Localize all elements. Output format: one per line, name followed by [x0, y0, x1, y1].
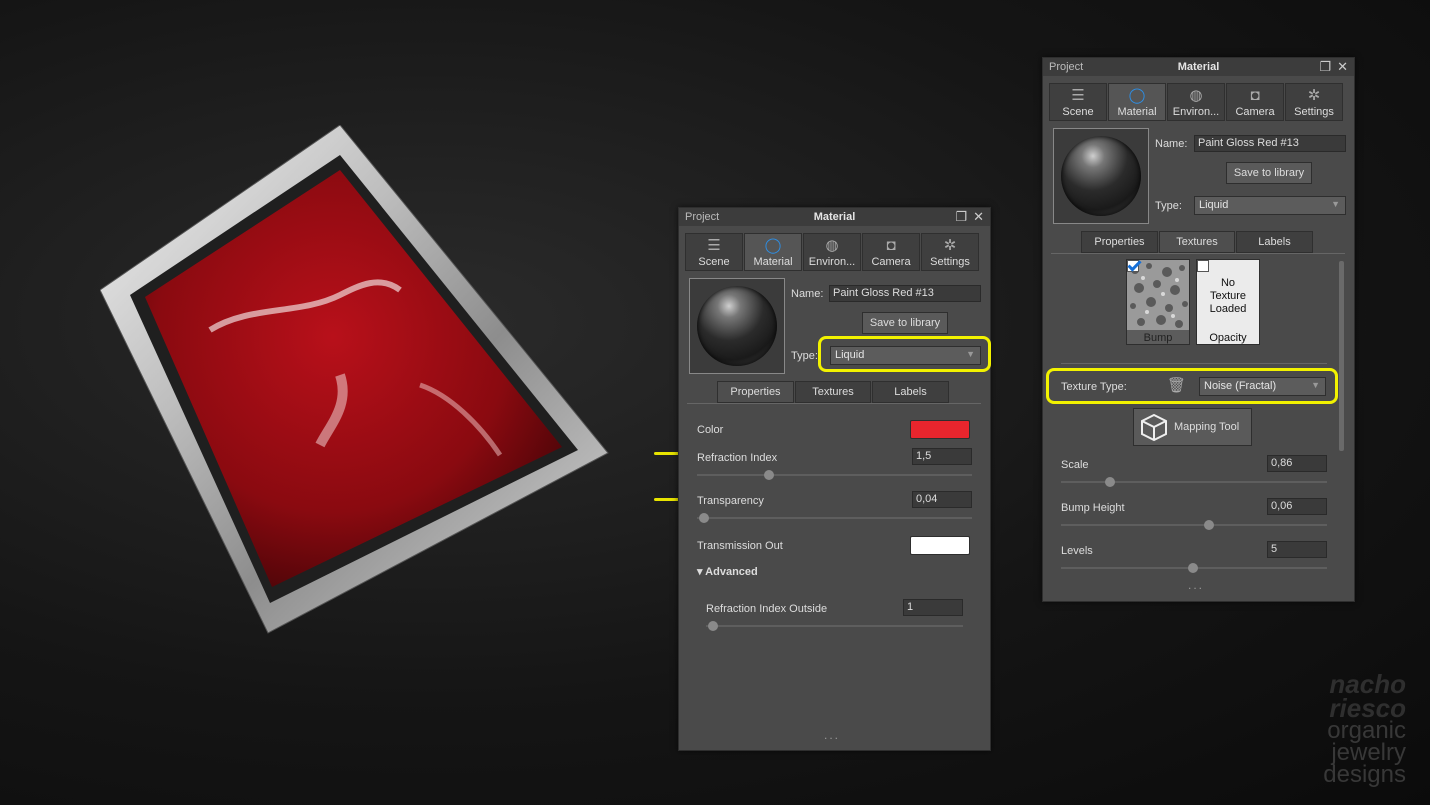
- chevron-down-icon: ▾: [697, 566, 706, 578]
- render-viewport: [99, 124, 610, 635]
- type-select[interactable]: Liquid ▼: [1194, 196, 1346, 215]
- refraction-index-outside-field[interactable]: 1: [903, 599, 963, 616]
- scale-label: Scale: [1061, 459, 1089, 471]
- scale-slider[interactable]: [1061, 477, 1327, 487]
- more-dots[interactable]: ...: [1188, 578, 1204, 592]
- tab-scene[interactable]: ☰ Scene: [685, 233, 743, 271]
- material-preview[interactable]: [1053, 128, 1149, 224]
- bump-height-label: Bump Height: [1061, 502, 1125, 514]
- material-name-field[interactable]: Paint Gloss Red #13: [829, 285, 981, 302]
- panel-titlebar: Project Material ❐ ✕: [679, 208, 990, 226]
- more-dots[interactable]: ...: [824, 728, 840, 742]
- restore-icon[interactable]: ❐: [955, 209, 967, 224]
- tab-material[interactable]: ◯ Material: [744, 233, 802, 271]
- divider: [1061, 363, 1327, 364]
- slider-knob[interactable]: [1188, 563, 1198, 573]
- type-label: Type:: [1155, 200, 1182, 212]
- bump-height-slider[interactable]: [1061, 520, 1327, 530]
- subtab-textures[interactable]: Textures: [795, 381, 871, 403]
- slider-knob[interactable]: [764, 470, 774, 480]
- material-panel-textures: Project Material ❐ ✕ ☰ Scene ◯ Material ◍ En…: [1042, 57, 1355, 602]
- slider-knob[interactable]: [1204, 520, 1214, 530]
- material-name-field[interactable]: Paint Gloss Red #13: [1194, 135, 1346, 152]
- save-to-library-button[interactable]: Save to library: [862, 312, 948, 334]
- opacity-label: Opacity: [1209, 332, 1247, 344]
- name-label: Name:: [1155, 138, 1188, 150]
- opacity-enable-checkbox[interactable]: [1197, 260, 1209, 272]
- material-preview[interactable]: [689, 278, 785, 374]
- levels-slider[interactable]: [1061, 563, 1327, 573]
- environment-icon: ◍: [825, 237, 839, 254]
- chevron-down-icon: ▼: [1331, 199, 1340, 209]
- panel-title: Material: [813, 211, 856, 223]
- environment-icon: ◍: [1189, 87, 1203, 104]
- refraction-index-outside-label: Refraction Index Outside: [706, 603, 828, 615]
- tab-scene[interactable]: ☰ Scene: [1049, 83, 1107, 121]
- highlight-texture-type: [1046, 368, 1338, 404]
- slider-knob[interactable]: [1105, 477, 1115, 487]
- camera-icon: ◘: [1250, 87, 1260, 104]
- divider: [687, 403, 981, 404]
- pendant-render: [99, 124, 609, 634]
- transmission-out-label: Transmission Out: [697, 540, 783, 552]
- refraction-index-field[interactable]: 1,5: [912, 448, 972, 465]
- panel-titlebar: Project Material ❐ ✕: [1043, 58, 1354, 76]
- settings-icon: ✲: [943, 237, 957, 254]
- camera-icon: ◘: [886, 237, 896, 254]
- bump-enable-checkbox[interactable]: [1127, 260, 1139, 272]
- scale-field[interactable]: 0,86: [1267, 455, 1327, 472]
- name-label: Name:: [791, 288, 824, 300]
- levels-label: Levels: [1061, 545, 1093, 557]
- mapping-tool-button[interactable]: Mapping Tool: [1133, 408, 1252, 446]
- bump-height-field[interactable]: 0,06: [1267, 498, 1327, 515]
- cube-icon: [1141, 413, 1167, 442]
- watermark-logo: nacho riesco organic jewelry designs: [1323, 669, 1406, 788]
- transparency-field[interactable]: 0,04: [912, 491, 972, 508]
- tab-settings[interactable]: ✲ Settings: [921, 233, 979, 271]
- transmission-out-swatch[interactable]: [910, 536, 970, 555]
- bump-label: Bump: [1143, 332, 1173, 344]
- scene-icon: ☰: [707, 237, 721, 254]
- scrollbar[interactable]: [1339, 261, 1344, 451]
- highlight-type: [818, 336, 991, 372]
- slider-knob[interactable]: [699, 513, 709, 523]
- save-to-library-button[interactable]: Save to library: [1226, 162, 1312, 184]
- tab-camera[interactable]: ◘ Camera: [862, 233, 920, 271]
- preview-sphere: [697, 286, 777, 366]
- refraction-index-label: Refraction Index: [697, 452, 778, 464]
- preview-sphere: [1061, 136, 1141, 216]
- refraction-index-slider[interactable]: [697, 470, 972, 480]
- no-texture-text: No Texture Loaded: [1209, 277, 1247, 315]
- close-icon[interactable]: ✕: [973, 209, 984, 224]
- slider-knob[interactable]: [708, 621, 718, 631]
- subtab-labels[interactable]: Labels: [1236, 231, 1313, 253]
- transparency-slider[interactable]: [697, 513, 972, 523]
- subtab-textures[interactable]: Textures: [1159, 231, 1235, 253]
- levels-field[interactable]: 5: [1267, 541, 1327, 558]
- settings-icon: ✲: [1307, 87, 1321, 104]
- tab-settings[interactable]: ✲ Settings: [1285, 83, 1343, 121]
- subtab-labels[interactable]: Labels: [872, 381, 949, 403]
- subtab-properties[interactable]: Properties: [1081, 231, 1158, 253]
- transparency-label: Transparency: [697, 495, 764, 507]
- material-panel-properties: Project Material ❐ ✕ ☰ Scene ◯ Material ◍ En…: [678, 207, 991, 751]
- panel-title: Material: [1177, 61, 1220, 73]
- material-icon: ◯: [764, 237, 782, 254]
- restore-icon[interactable]: ❐: [1319, 59, 1331, 74]
- tab-environment[interactable]: ◍ Environ...: [803, 233, 861, 271]
- color-label: Color: [697, 424, 724, 436]
- divider: [1051, 253, 1345, 254]
- tab-camera[interactable]: ◘ Camera: [1226, 83, 1284, 121]
- type-label: Type:: [791, 350, 818, 362]
- advanced-toggle[interactable]: ▾ Advanced: [697, 565, 758, 578]
- tab-environment[interactable]: ◍ Environ...: [1167, 83, 1225, 121]
- close-icon[interactable]: ✕: [1337, 59, 1348, 74]
- subtab-properties[interactable]: Properties: [717, 381, 794, 403]
- material-icon: ◯: [1128, 87, 1146, 104]
- refraction-index-outside-slider[interactable]: [706, 621, 963, 631]
- tab-material[interactable]: ◯ Material: [1108, 83, 1166, 121]
- scene-icon: ☰: [1071, 87, 1085, 104]
- color-swatch[interactable]: [910, 420, 970, 439]
